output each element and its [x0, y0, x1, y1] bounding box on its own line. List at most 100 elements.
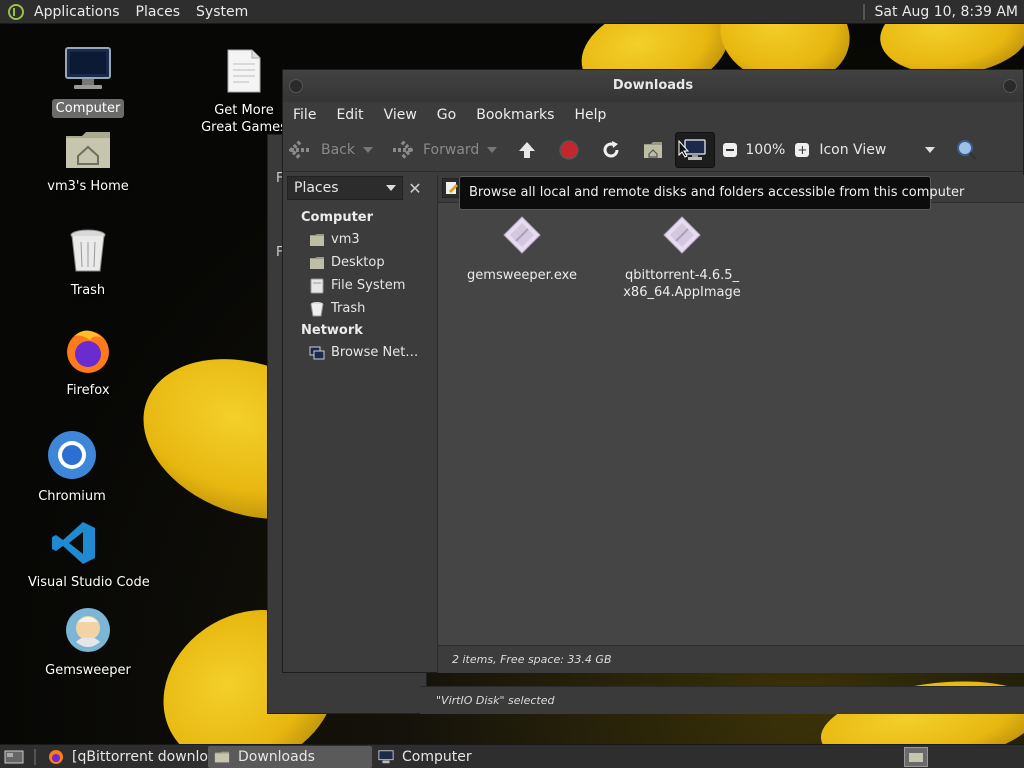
- home-folder-icon: [310, 233, 324, 246]
- menu-go[interactable]: Go: [427, 107, 466, 123]
- panel-separator: [862, 3, 865, 20]
- home-folder-icon: [644, 141, 663, 158]
- close-icon: ✕: [408, 178, 422, 198]
- menu-edit[interactable]: Edit: [326, 107, 373, 123]
- close-sidebar-button[interactable]: ✕: [403, 176, 427, 200]
- sidebar-item-label: Trash: [331, 301, 366, 316]
- folder-icon: [214, 751, 230, 762]
- file-item[interactable]: qbittorrent-4.6.5_ x86_64.AppImage: [617, 215, 747, 301]
- desktop-icon-gemsweeper[interactable]: Gemsweeper: [38, 606, 138, 680]
- menu-help[interactable]: Help: [564, 107, 616, 123]
- view-mode-value: Icon View: [819, 141, 887, 158]
- gemsweeper-icon: [66, 608, 110, 652]
- mouse-cursor-icon: [678, 140, 690, 158]
- zoom-out-button[interactable]: [717, 132, 743, 168]
- back-button[interactable]: Back: [283, 132, 379, 168]
- window-menu-button[interactable]: [289, 79, 303, 93]
- desktop-icon-label: Firefox: [66, 383, 110, 398]
- downloads-window[interactable]: Downloads File Edit View Go Bookmarks He…: [282, 69, 1024, 673]
- workspace-1[interactable]: [904, 746, 928, 767]
- desktop-icon-firefox[interactable]: Firefox: [38, 326, 138, 400]
- trash-icon: [70, 229, 106, 272]
- stop-button[interactable]: [551, 132, 587, 168]
- document-icon: [227, 49, 261, 93]
- desktop-icon-trash[interactable]: Trash: [38, 228, 138, 300]
- up-button[interactable]: [509, 132, 545, 168]
- desktop-icon-label: Chromium: [38, 489, 106, 504]
- status-text: 2 items, Free space: 33.4 GB: [452, 653, 612, 666]
- chromium-icon: [48, 431, 96, 479]
- menu-bookmarks[interactable]: Bookmarks: [466, 107, 564, 123]
- reload-button[interactable]: [593, 132, 629, 168]
- desktop-folder-icon: [310, 256, 324, 269]
- taskbar-item-downloads[interactable]: Downloads: [208, 745, 372, 768]
- sidebar-type-select[interactable]: Places: [287, 176, 403, 200]
- taskbar-item-label: Downloads: [238, 748, 315, 765]
- taskbar-item-computer[interactable]: Computer: [372, 746, 532, 768]
- search-button[interactable]: [949, 132, 985, 168]
- sidebar-item-trash[interactable]: Trash: [287, 297, 431, 320]
- mate-logo-icon[interactable]: [8, 3, 24, 20]
- zoom-level[interactable]: 100%: [745, 142, 785, 158]
- group-computer: Computer: [301, 210, 374, 225]
- top-panel: Applications Places System Sat Aug 10, 8…: [0, 0, 1024, 24]
- computer-icon: [378, 749, 394, 763]
- taskbar-item-qbittorrent[interactable]: [qBittorrent downlo…: [42, 746, 208, 768]
- zoom-out-icon: [723, 142, 738, 157]
- up-arrow-icon: [519, 141, 536, 158]
- file-view[interactable]: gemsweeper.exe qbittorrent-4.6.5_ x86_64…: [437, 175, 1024, 645]
- desktop-icon-chromium[interactable]: Chromium: [22, 430, 122, 506]
- window-titlebar[interactable]: Downloads: [283, 70, 1023, 102]
- desktop-icon-computer[interactable]: Computer: [38, 46, 138, 118]
- desktop-icon-label: Gemsweeper: [45, 663, 131, 678]
- vscode-icon: [52, 522, 95, 564]
- sidebar-item-label: Desktop: [331, 255, 385, 270]
- computer-icon: [65, 47, 111, 89]
- drive-icon: [310, 278, 324, 293]
- file-item[interactable]: gemsweeper.exe: [457, 215, 587, 284]
- file-name-line: qbittorrent-4.6.5_: [624, 268, 740, 283]
- executable-file-icon: [663, 216, 701, 254]
- menubar: File Edit View Go Bookmarks Help: [283, 102, 1023, 128]
- desktop-icon-label: Trash: [70, 283, 106, 298]
- sidebar: Places ✕ Computer vm3 Desktop File Syste…: [287, 175, 431, 670]
- back-label: Back: [321, 141, 355, 158]
- desktop-icon-home[interactable]: vm3's Home: [38, 128, 138, 196]
- forward-arrow-icon: [393, 140, 413, 159]
- sidebar-item-desktop[interactable]: Desktop: [287, 251, 431, 274]
- forward-button[interactable]: Forward: [385, 132, 503, 168]
- window-close-button[interactable]: [1003, 79, 1017, 93]
- network-icon: [309, 346, 325, 359]
- clock[interactable]: Sat Aug 10, 8:39 AM: [875, 4, 1024, 20]
- desktop-icon-label: vm3's Home: [47, 179, 129, 194]
- sidebar-item-label: File System: [331, 278, 406, 293]
- tooltip: Browse all local and remote disks and fo…: [459, 176, 964, 210]
- statusbar: 2 items, Free space: 33.4 GB: [437, 645, 1024, 673]
- trash-icon: [310, 301, 324, 316]
- sidebar-item-vm3[interactable]: vm3: [287, 228, 431, 251]
- menu-view[interactable]: View: [374, 107, 427, 123]
- forward-history-dropdown-icon[interactable]: [487, 146, 498, 153]
- desktop-icon-vscode[interactable]: Visual Studio Code: [24, 520, 150, 592]
- computer-window-statusbar: "VirtIO Disk" selected: [420, 686, 1024, 714]
- places-menu[interactable]: Places: [128, 4, 189, 20]
- file-name: qbittorrent-4.6.5_ x86_64.AppImage: [617, 267, 747, 301]
- sidebar-item-browse-network[interactable]: Browse Net…: [287, 341, 431, 364]
- zoom-in-button[interactable]: +: [789, 132, 815, 168]
- firefox-icon: [49, 749, 63, 764]
- show-desktop-button[interactable]: [0, 746, 28, 768]
- view-mode-select[interactable]: Icon View: [819, 141, 936, 158]
- system-menu[interactable]: System: [188, 4, 256, 20]
- search-icon: [957, 139, 978, 160]
- back-history-dropdown-icon[interactable]: [363, 146, 373, 153]
- file-name-line: x86_64.AppImage: [623, 285, 741, 300]
- zoom-in-icon: +: [795, 142, 810, 157]
- sidebar-item-label: vm3: [331, 232, 360, 247]
- home-button[interactable]: [635, 132, 671, 168]
- home-folder-icon: [66, 132, 110, 168]
- menu-file[interactable]: File: [283, 107, 326, 123]
- applications-menu[interactable]: Applications: [26, 4, 128, 20]
- desktop-icon-games[interactable]: Get More Great Games: [194, 48, 294, 137]
- sidebar-item-filesystem[interactable]: File System: [287, 274, 431, 297]
- workspace-switcher[interactable]: [904, 746, 928, 767]
